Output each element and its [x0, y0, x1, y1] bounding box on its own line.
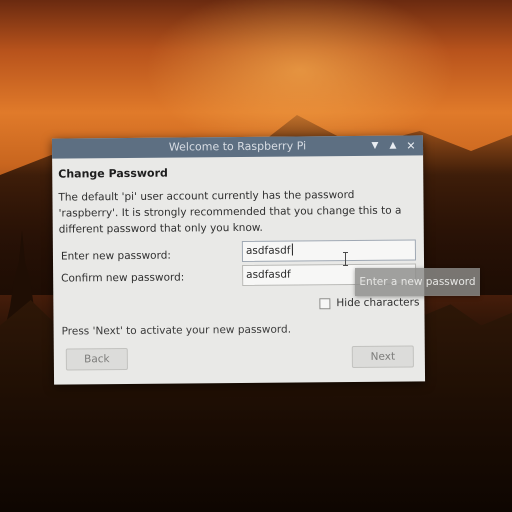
- text-caret: [291, 243, 293, 256]
- new-password-field[interactable]: asdfasdf: [241, 239, 417, 262]
- hide-characters-label: Hide characters: [336, 296, 420, 310]
- new-password-label: Enter new password:: [60, 249, 171, 263]
- welcome-dialog: Welcome to Raspberry Pi ▼ ▲ ✕ Change Pas…: [51, 135, 426, 385]
- page-title: Change Password: [58, 166, 168, 181]
- new-password-value: asdfasdf: [245, 244, 291, 257]
- ibeam-cursor-icon: [343, 252, 348, 266]
- back-button[interactable]: Back: [65, 347, 128, 371]
- next-button[interactable]: Next: [351, 345, 414, 369]
- window-controls: ▼ ▲ ✕: [369, 135, 417, 155]
- close-icon[interactable]: ✕: [405, 138, 417, 152]
- chevron-down-icon[interactable]: ▼: [369, 139, 381, 153]
- confirm-password-label: Confirm new password:: [61, 271, 185, 285]
- next-hint: Press 'Next' to activate your new passwo…: [61, 323, 292, 338]
- hide-characters-option[interactable]: Hide characters: [319, 296, 419, 309]
- hide-characters-checkbox[interactable]: [319, 297, 331, 309]
- dialog-title: Welcome to Raspberry Pi: [168, 139, 307, 154]
- page-description: The default 'pi' user account currently …: [58, 188, 402, 236]
- tooltip: Enter a new password: [355, 268, 480, 296]
- chevron-up-icon[interactable]: ▲: [387, 139, 399, 153]
- confirm-password-value: asdfasdf: [246, 268, 291, 281]
